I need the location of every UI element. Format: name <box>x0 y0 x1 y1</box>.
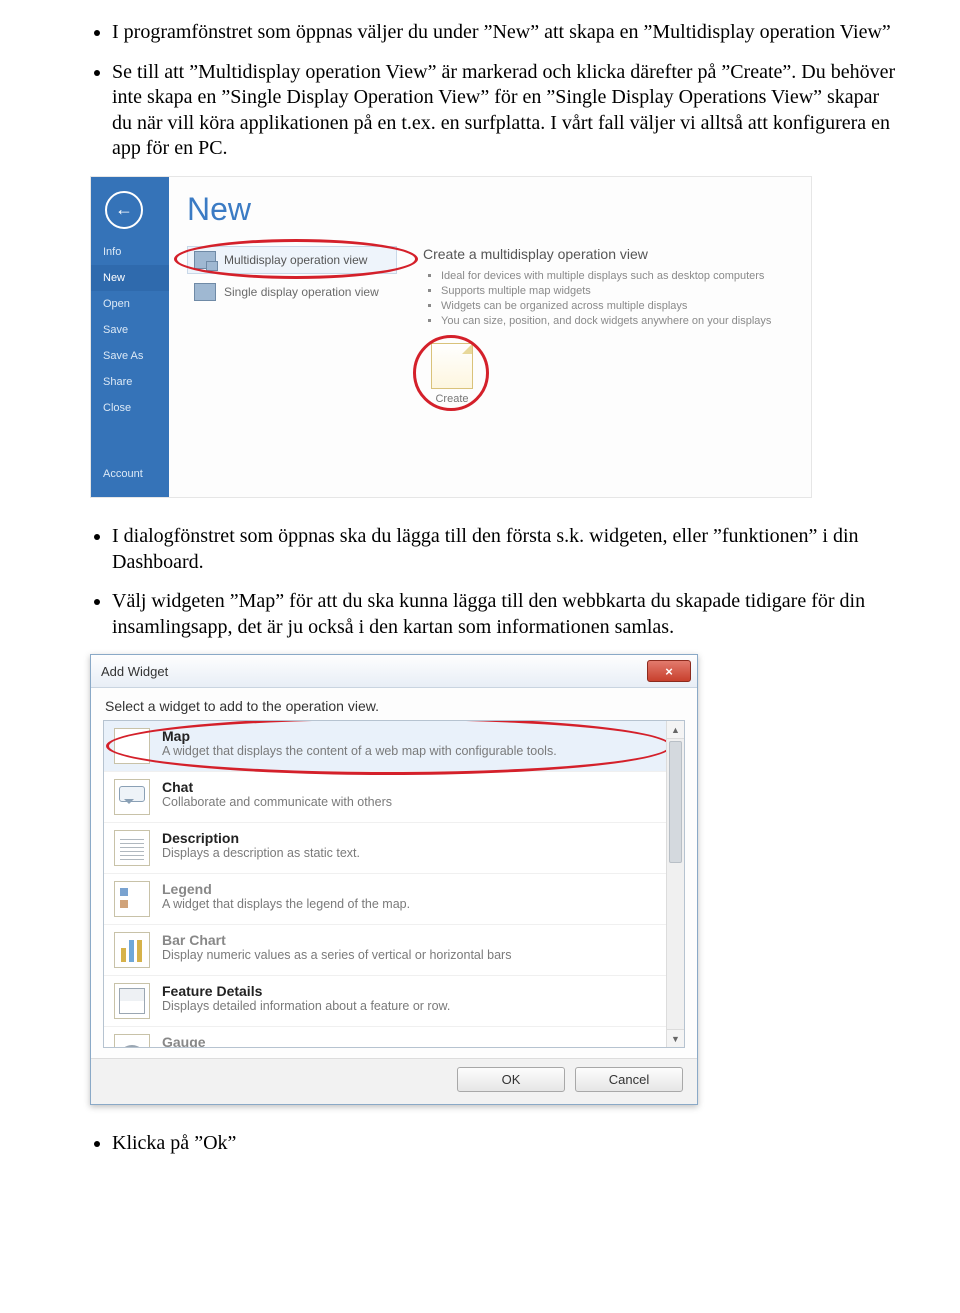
dialog-titlebar: Add Widget × <box>91 655 697 688</box>
widget-desc: Collaborate and communicate with others <box>162 795 392 811</box>
dialog-title: Add Widget <box>101 664 168 679</box>
doc-para-2a: Se till att ”Multidisplay operation View… <box>112 61 796 83</box>
doc-para-4: Välj widgeten ”Map” för att du ska kunna… <box>112 589 900 640</box>
dialog-button-row: OK Cancel <box>91 1058 697 1104</box>
widget-item-description[interactable]: DescriptionDisplays a description as sta… <box>104 823 684 874</box>
wi-gauge-icon <box>114 1034 150 1048</box>
widget-name: Description <box>162 830 360 846</box>
widget-item-map[interactable]: MapA widget that displays the content of… <box>104 721 684 772</box>
wi-desc-icon <box>114 830 150 866</box>
template-multidisplay-label: Multidisplay operation view <box>224 253 367 267</box>
widget-item-chat[interactable]: ChatCollaborate and communicate with oth… <box>104 772 684 823</box>
wi-legend-icon <box>114 881 150 917</box>
nav-share[interactable]: Share <box>91 369 169 395</box>
scroll-up-icon[interactable]: ▲ <box>667 721 684 739</box>
wi-chat-icon <box>114 779 150 815</box>
doc-para-3: I dialogfönstret som öppnas ska du lägga… <box>112 524 900 575</box>
wi-map-icon <box>114 728 150 764</box>
widget-item-feature-details[interactable]: Feature DetailsDisplays detailed informa… <box>104 976 684 1027</box>
widget-list: MapA widget that displays the content of… <box>103 720 685 1048</box>
nav-save[interactable]: Save <box>91 317 169 343</box>
scrollbar[interactable]: ▲ ▼ <box>666 721 684 1047</box>
nav-open[interactable]: Open <box>91 291 169 317</box>
widget-desc: Displays detailed information about a fe… <box>162 999 450 1015</box>
widget-desc: A widget that displays the content of a … <box>162 744 557 760</box>
wi-feat-icon <box>114 983 150 1019</box>
cancel-button[interactable]: Cancel <box>575 1067 683 1092</box>
desc-heading: Create a multidisplay operation view <box>423 246 793 262</box>
widget-item-legend[interactable]: LegendA widget that displays the legend … <box>104 874 684 925</box>
widget-name: Legend <box>162 881 410 897</box>
create-label: Create <box>423 393 481 405</box>
backstage-nav: ← Info New Open Save Save As Share Close… <box>91 177 169 497</box>
widget-name: Feature Details <box>162 983 450 999</box>
page-title-new: New <box>187 191 793 228</box>
desc-bullet: Widgets can be organized across multiple… <box>441 300 793 312</box>
nav-save-as[interactable]: Save As <box>91 343 169 369</box>
create-icon <box>431 343 473 389</box>
widget-item-bar-chart[interactable]: Bar ChartDisplay numeric values as a ser… <box>104 925 684 976</box>
doc-para-2: Se till att ”Multidisplay operation View… <box>112 60 900 162</box>
template-description: Create a multidisplay operation view Ide… <box>423 246 793 405</box>
nav-close[interactable]: Close <box>91 395 169 421</box>
back-button[interactable]: ← <box>105 191 143 229</box>
nav-account[interactable]: Account <box>91 461 169 487</box>
ok-button[interactable]: OK <box>457 1067 565 1092</box>
doc-para-1: I programfönstret som öppnas väljer du u… <box>112 20 900 46</box>
widget-desc: Displays a description as static text. <box>162 846 360 862</box>
close-button[interactable]: × <box>647 660 691 682</box>
widget-name: Map <box>162 728 557 744</box>
doc-para-5: Klicka på ”Ok” <box>112 1131 900 1157</box>
scroll-thumb[interactable] <box>669 741 682 863</box>
screenshot-new-view: ← Info New Open Save Save As Share Close… <box>90 176 812 498</box>
widget-item-gauge[interactable]: Gauge <box>104 1027 684 1048</box>
template-singledisplay-label: Single display operation view <box>224 285 379 299</box>
nav-info[interactable]: Info <box>91 239 169 265</box>
scroll-down-icon[interactable]: ▼ <box>667 1029 684 1047</box>
template-list: Multidisplay operation view Single displ… <box>187 246 397 405</box>
wi-bar-icon <box>114 932 150 968</box>
template-singledisplay[interactable]: Single display operation view <box>187 278 397 306</box>
screenshot-add-widget: Add Widget × Select a widget to add to t… <box>90 654 698 1105</box>
singledisplay-icon <box>194 283 216 301</box>
widget-name: Gauge <box>162 1034 206 1048</box>
widget-desc: Display numeric values as a series of ve… <box>162 948 511 964</box>
multidisplay-icon <box>194 251 216 269</box>
desc-bullet: You can size, position, and dock widgets… <box>441 315 793 327</box>
widget-name: Chat <box>162 779 392 795</box>
widget-desc: A widget that displays the legend of the… <box>162 897 410 913</box>
dialog-prompt: Select a widget to add to the operation … <box>91 688 697 720</box>
create-button[interactable]: Create <box>423 343 481 405</box>
desc-bullet: Ideal for devices with multiple displays… <box>441 270 793 282</box>
template-multidisplay[interactable]: Multidisplay operation view <box>187 246 397 274</box>
desc-bullet: Supports multiple map widgets <box>441 285 793 297</box>
widget-name: Bar Chart <box>162 932 511 948</box>
nav-new[interactable]: New <box>91 265 169 291</box>
